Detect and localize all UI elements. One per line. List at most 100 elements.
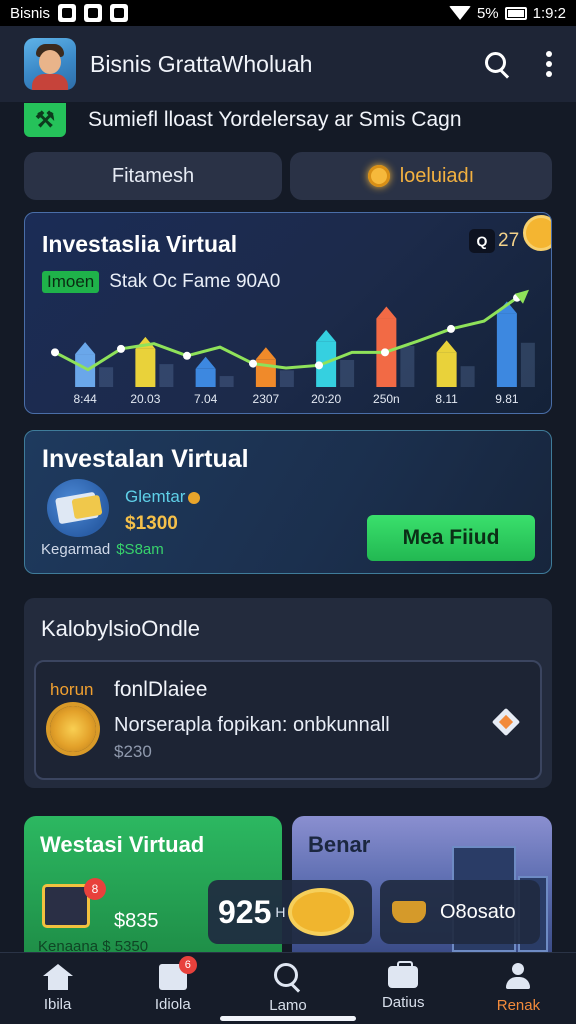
nav-badge: 6: [178, 956, 197, 974]
gold-badge-icon: [291, 892, 350, 932]
chart-bar-shadow: [340, 359, 355, 387]
list-card: KalobylsioOndle horun fonlDlaiee Norsera…: [24, 598, 552, 788]
chart-tick-label: 7.04: [194, 392, 218, 406]
chart-point[interactable]: [51, 348, 59, 357]
nav-item-search[interactable]: Lamo: [230, 953, 345, 1024]
more-menu-icon[interactable]: [546, 51, 552, 77]
filter-pill-left-label: Fitamesh: [111, 164, 195, 187]
overlay-right-value: O8osato: [440, 900, 516, 923]
wifi-icon: [448, 6, 471, 20]
gear-icon: [50, 706, 96, 752]
coin-icon: [523, 215, 551, 251]
notification-badge: 8: [84, 878, 106, 900]
nav-label-gift: Idiola: [154, 996, 191, 1013]
chart-subtitle: Stak Oc Fame 90A0: [109, 271, 281, 292]
briefcase-icon: [388, 961, 419, 988]
app-title: Bisnis GrattaWholuah: [90, 50, 313, 77]
nav-item-home[interactable]: Ibila: [0, 953, 115, 1024]
nav-item-gift[interactable]: 6 Idiola: [115, 953, 230, 1024]
chart-count: 27: [498, 230, 520, 251]
wallet-icon: [47, 479, 109, 537]
hammer-icon: ⚒: [24, 103, 66, 137]
notification-icon-3: [110, 4, 129, 22]
chart-tick-label: 20:20: [311, 392, 341, 406]
nav-label-portfolio: Datius: [381, 994, 425, 1011]
chart-title: Investaslia Virtual: [42, 231, 238, 257]
chart-bar-cap: [195, 356, 216, 369]
overlay-left[interactable]: 925 H: [208, 880, 372, 944]
promo-left-cut: Kenaana $ 5350: [38, 938, 149, 952]
home-icon: [42, 964, 73, 990]
nav-label-home: Ibila: [43, 996, 72, 1013]
nav-label-profile: Renak: [496, 997, 541, 1014]
notification-icon: [58, 4, 77, 22]
list-item[interactable]: horun fonlDlaiee Norserapla fopikan: onb…: [34, 660, 542, 780]
chart-point[interactable]: [117, 344, 125, 353]
chart-bar[interactable]: [436, 352, 457, 387]
chart-tick-label: 250n: [373, 392, 400, 406]
chart-tick-label: 8:44: [73, 392, 97, 406]
nav-item-portfolio[interactable]: Datius: [346, 953, 461, 1024]
app-bar: Bisnis GrattaWholuah: [0, 26, 576, 102]
status-bar: Bisnis 5% 1:9:2: [0, 0, 576, 26]
invest-button[interactable]: Mea Fiiud: [367, 515, 535, 561]
chart-bar-cap: [75, 342, 96, 355]
chart-point[interactable]: [183, 351, 191, 360]
banner-text: Sumiefl lloast Yordelersay ar Smis Cagn: [88, 108, 462, 131]
chart-bar[interactable]: [75, 354, 96, 387]
status-left-text: Bisnis: [10, 4, 51, 22]
chart-bar[interactable]: [195, 368, 216, 387]
home-indicator[interactable]: [220, 1016, 356, 1021]
promo-left-title: Westasi Virtuad: [40, 832, 205, 857]
status-time: 1:9:2: [532, 4, 566, 22]
search-icon: [274, 963, 302, 991]
chart-bar-shadow: [219, 376, 234, 387]
chart-tick-label: 2307: [253, 392, 280, 406]
chart-point[interactable]: [249, 359, 257, 368]
list-item-desc: Norserapla fopikan: onbkunnall: [114, 714, 390, 736]
investment-amount: $1300: [125, 513, 178, 534]
coin-dot-icon: [188, 491, 201, 504]
nav-label-search: Lamo: [269, 997, 307, 1014]
battery-icon: [504, 6, 527, 20]
filter-pill-right[interactable]: loeluiadı: [290, 152, 552, 200]
battery-percent: 5%: [476, 4, 499, 22]
chart-bar-shadow: [279, 370, 294, 387]
overlay-left-small: H: [275, 904, 286, 920]
chart-tick-label: 9.81: [495, 392, 519, 406]
chart-bar-shadow: [159, 364, 174, 387]
chart-meta: Imoen Stak Oc Fame 90A0: [42, 271, 280, 293]
investment-card: Investalan Virtual Glemtar $1300 Kegarma…: [24, 430, 552, 574]
boat-icon: [392, 901, 426, 923]
avatar[interactable]: [24, 38, 76, 90]
filter-pill-left[interactable]: Fitamesh: [24, 152, 282, 200]
search-icon[interactable]: [484, 51, 510, 77]
user-icon: [504, 963, 532, 991]
diamond-icon[interactable]: [491, 707, 521, 737]
chart-bar-cap: [255, 347, 276, 360]
chart-bar-shadow: [99, 367, 114, 387]
chart-bar[interactable]: [135, 348, 156, 387]
bottom-nav: Ibila 6 Idiola Lamo Datius Renak: [0, 952, 576, 1024]
announcement-banner[interactable]: ⚒ Sumiefl lloast Yordelersay ar Smis Cag…: [24, 102, 552, 138]
chart-bar-shadow: [460, 366, 475, 387]
promo-right-title: Benar: [308, 832, 371, 857]
list-item-price: $230: [114, 742, 152, 761]
gift-icon: 6: [158, 956, 197, 990]
promo-left-value: $835: [114, 910, 159, 932]
chart-bar-cap: [316, 329, 337, 342]
overlay-left-big: 925: [218, 893, 272, 930]
camera-icon[interactable]: Q: [469, 229, 495, 253]
chart-point[interactable]: [315, 361, 323, 370]
nav-item-profile[interactable]: Renak: [461, 953, 576, 1024]
chart-tag: Imoen: [42, 271, 100, 293]
chart-point[interactable]: [381, 348, 389, 357]
chart-point[interactable]: [447, 324, 455, 333]
list-item-kicker: horun: [50, 680, 94, 699]
investment-chart-card[interactable]: 8:44 20.03 7.04 2307 20:20 250n 8.11 9.81 Inves…: [24, 212, 552, 414]
chart-bar[interactable]: [496, 313, 517, 387]
filter-pill-right-label: loeluiadı: [399, 164, 475, 187]
chart-tick-label: 8.11: [435, 392, 458, 406]
overlay-right[interactable]: O8osato: [380, 880, 540, 944]
list-item-name: fonlDlaiee: [114, 678, 208, 701]
